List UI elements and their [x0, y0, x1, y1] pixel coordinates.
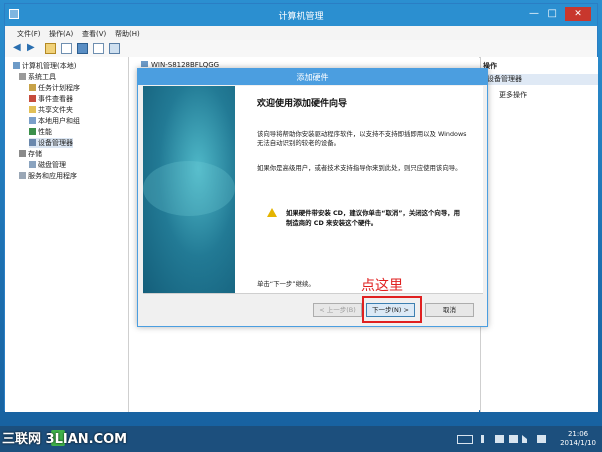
view-icon[interactable] — [109, 43, 120, 54]
tree-item-disk-management[interactable]: 磁盘管理 — [29, 160, 66, 170]
wizard-divider — [143, 293, 483, 294]
services-icon — [19, 172, 26, 179]
tree-item-event-viewer[interactable]: 事件查看器 — [29, 94, 73, 104]
users-icon — [29, 117, 36, 124]
help-icon[interactable] — [93, 43, 104, 54]
wizard-warning-text: 如果硬件带安装 CD，建议你单击“取消”，关闭这个向导，用制造商的 CD 来安装… — [286, 209, 460, 227]
tree-item-services-apps[interactable]: 服务和应用程序 — [19, 171, 77, 181]
clock-icon — [29, 84, 36, 91]
shared-folder-icon — [29, 106, 36, 113]
tree-item-system-tools[interactable]: 系统工具 — [19, 72, 56, 82]
warning-icon — [267, 208, 277, 217]
tree-item-task-scheduler[interactable]: 任务计划程序 — [29, 83, 80, 93]
maximize-button[interactable]: □ — [548, 8, 557, 19]
wizard-body: 欢迎使用添加硬件向导 该向导将帮助你安装驱动程序软件，以支持不支持即插即用以及 … — [235, 86, 483, 293]
back-arrow-icon[interactable]: ◀ — [13, 43, 24, 54]
wizard-banner-image — [143, 86, 235, 293]
window-title: 计算机管理 — [278, 12, 324, 22]
wizard-title: 添加硬件 — [296, 73, 329, 82]
watermark: 三联网 3LIAN.COM — [2, 432, 128, 447]
tree-item-storage[interactable]: 存储 — [19, 149, 42, 159]
minimize-button[interactable]: — — [529, 8, 539, 19]
wizard-advanced-text: 如果你是高级用户，或者技术支持指导你来到此处，则只应使用该向导。 — [257, 164, 462, 172]
monitor-icon[interactable] — [495, 435, 504, 443]
actions-header: 操作 — [483, 62, 497, 70]
cancel-button[interactable]: 取消 — [425, 303, 474, 317]
wizard-intro-text: 该向导将帮助你安装驱动程序软件，以支持不支持即插即用以及 Windows 无法自… — [257, 130, 467, 147]
tree-item-local-users[interactable]: 本地用户和组 — [29, 116, 80, 126]
properties-icon[interactable] — [77, 43, 88, 54]
computer-icon — [13, 62, 20, 69]
highlight-box — [362, 296, 422, 323]
menu-view[interactable]: 查看(V) — [82, 29, 106, 39]
clock-time: 21:06 — [567, 430, 589, 438]
show-tree-icon[interactable] — [61, 43, 72, 54]
toolbar: ◀ ▶ — [5, 40, 597, 58]
tree-item-device-manager[interactable]: 设备管理器 — [29, 138, 73, 148]
computer-icon — [141, 61, 148, 67]
storage-icon — [19, 150, 26, 157]
event-viewer-icon — [29, 95, 36, 102]
up-folder-icon[interactable] — [45, 43, 56, 54]
title-bar[interactable]: 计算机管理 — □ ✕ — [5, 4, 597, 26]
actions-pane: 操作 设备管理器 更多操作 — [480, 57, 598, 412]
tray-clock[interactable]: 21:06 2014/1/10 — [560, 430, 596, 448]
menu-action[interactable]: 操作(A) — [49, 29, 73, 39]
forward-arrow-icon[interactable]: ▶ — [27, 43, 38, 54]
tree-item-shared-folders[interactable]: 共享文件夹 — [29, 105, 73, 115]
clock-date: 2014/1/10 — [560, 439, 596, 447]
menu-help[interactable]: 帮助(H) — [115, 29, 140, 39]
ime-icon[interactable] — [537, 435, 546, 443]
tools-icon — [19, 73, 26, 80]
wizard-heading: 欢迎使用添加硬件向导 — [257, 99, 348, 109]
network-icon[interactable] — [509, 435, 518, 443]
close-button[interactable]: ✕ — [565, 7, 591, 21]
disk-icon — [29, 161, 36, 168]
flag-icon[interactable] — [481, 435, 490, 443]
add-hardware-wizard: 添加硬件 欢迎使用添加硬件向导 该向导将帮助你安装驱动程序软件，以支持不支持即插… — [137, 68, 488, 327]
volume-icon[interactable] — [522, 435, 531, 443]
keyboard-icon[interactable] — [457, 435, 473, 444]
navigation-tree: 计算机管理(本地) 系统工具 任务计划程序 事件查看器 共享文件夹 本地用户和组… — [5, 57, 129, 412]
more-actions-link[interactable]: 更多操作 — [499, 90, 527, 100]
menu-bar: 文件(F) 操作(A) 查看(V) 帮助(H) — [5, 26, 597, 41]
device-manager-icon — [29, 139, 36, 146]
tree-item-performance[interactable]: 性能 — [29, 127, 52, 137]
actions-section[interactable]: 设备管理器 — [481, 74, 598, 85]
tree-item-computer-management[interactable]: 计算机管理(本地) — [13, 61, 76, 71]
wizard-title-bar[interactable]: 添加硬件 — [138, 69, 487, 85]
performance-icon — [29, 128, 36, 135]
menu-file[interactable]: 文件(F) — [17, 29, 41, 39]
back-button[interactable]: < 上一步(B) — [313, 303, 362, 317]
click-here-annotation: 点这里 — [361, 278, 403, 294]
